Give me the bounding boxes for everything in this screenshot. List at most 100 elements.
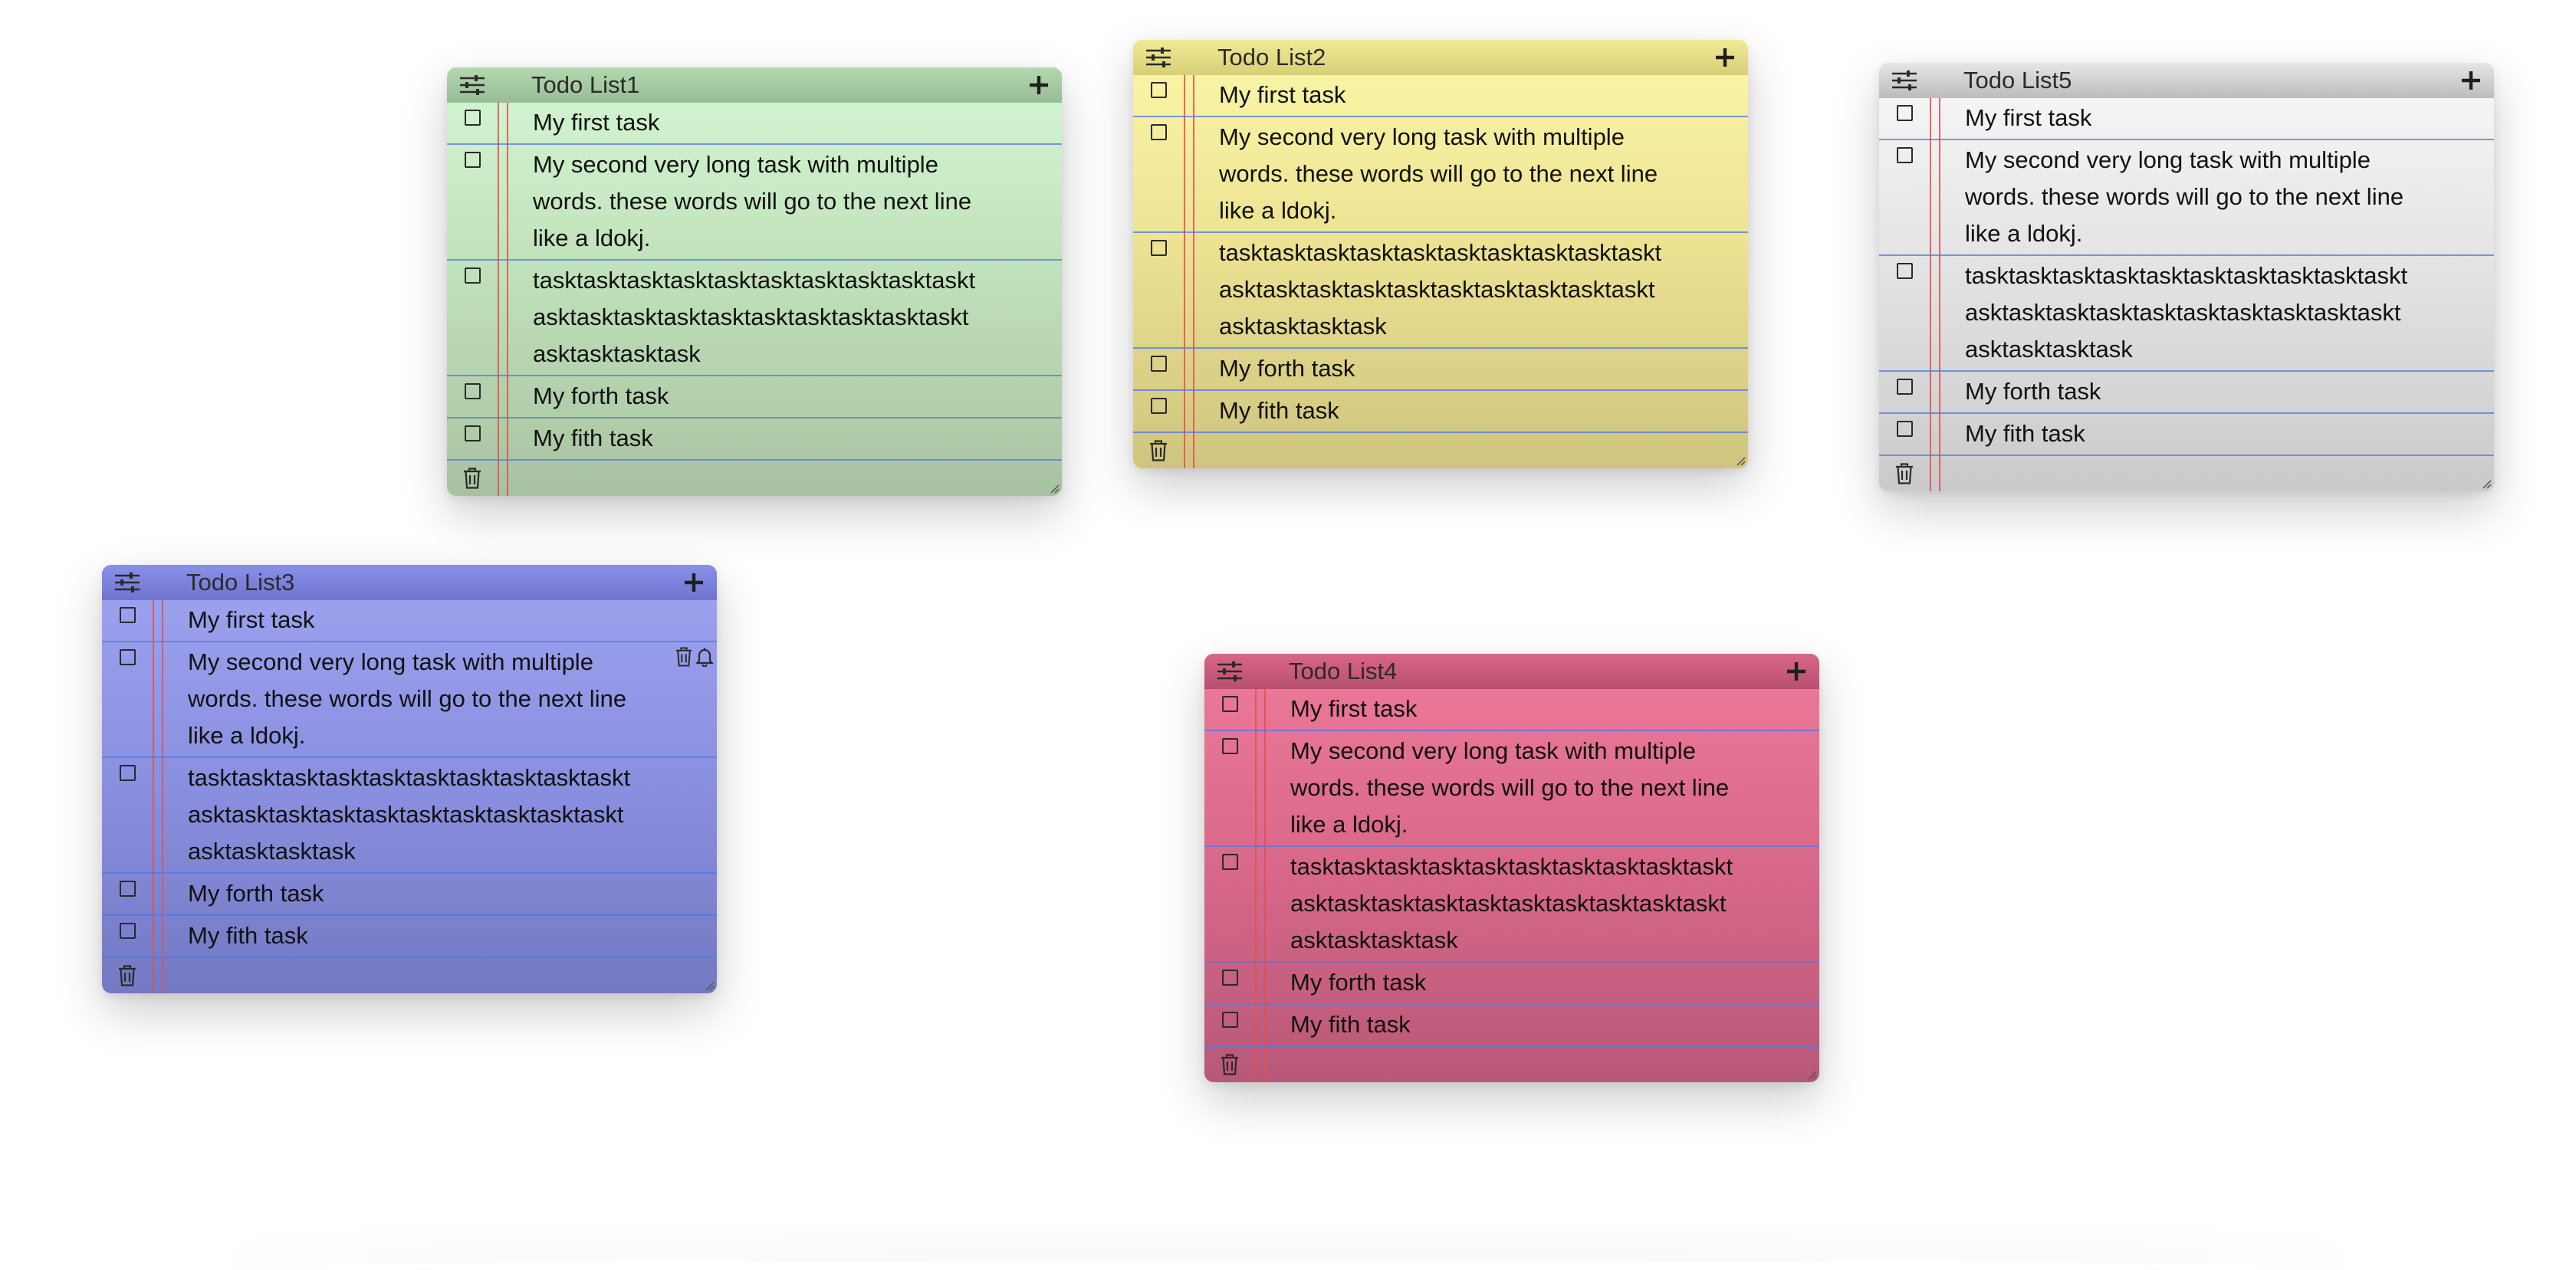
list-title: Todo List2	[1217, 44, 1326, 71]
task-text[interactable]: My first task	[1204, 689, 1733, 730]
trash-icon[interactable]	[1204, 1054, 1255, 1075]
list-footer	[1879, 456, 2494, 491]
task-rows: My first task My second very long task w…	[447, 103, 1062, 496]
list-header: Todo List4	[1204, 654, 1819, 689]
task-row: My first task	[447, 103, 1062, 145]
task-text[interactable]: My fith task	[1133, 391, 1662, 432]
list-header: Todo List2	[1133, 40, 1748, 75]
task-text[interactable]: My second very long task with multiple w…	[102, 642, 631, 756]
task-rows: My first task My second very long task w…	[1133, 75, 1748, 468]
todo-board: Todo List1 My first task My second very …	[0, 0, 2576, 1270]
list-title: Todo List4	[1289, 658, 1398, 684]
sliders-icon[interactable]	[1133, 40, 1184, 75]
trash-icon[interactable]	[675, 647, 692, 667]
task-row: tasktasktasktasktasktasktasktasktasktask…	[102, 758, 717, 874]
task-row: My forth task	[102, 874, 717, 916]
task-text[interactable]: tasktasktasktasktasktasktasktasktasktask…	[1204, 847, 1733, 961]
plus-icon[interactable]	[1016, 67, 1062, 103]
task-row: tasktasktasktasktasktasktasktasktasktask…	[1133, 233, 1748, 349]
task-row: My second very long task with multiple w…	[1133, 117, 1748, 233]
task-text[interactable]: My fith task	[447, 418, 976, 459]
task-text[interactable]: My second very long task with multiple w…	[447, 145, 976, 259]
task-row: My fith task	[1879, 414, 2494, 456]
plus-icon[interactable]	[1702, 40, 1748, 75]
list-footer	[102, 958, 717, 993]
task-row: My forth task	[1204, 963, 1819, 1005]
task-row: My second very long task with multiple w…	[447, 145, 1062, 261]
resize-grip-icon[interactable]	[1735, 455, 1746, 466]
task-text[interactable]: My fith task	[102, 916, 631, 957]
trash-icon[interactable]	[447, 468, 498, 489]
list-title: Todo List1	[531, 71, 640, 98]
task-row: My second very long task with multiple w…	[1204, 731, 1819, 847]
task-rows: My first task My second very long task w…	[1879, 98, 2494, 491]
task-row: tasktasktasktasktasktasktasktasktasktask…	[1204, 847, 1819, 963]
page-bottom-shadow	[215, 1261, 2361, 1270]
bell-icon[interactable]	[695, 647, 714, 667]
task-row: My fith task	[1204, 1005, 1819, 1047]
todo-list-2: Todo List2 My first task My second very …	[1133, 40, 1748, 468]
task-text[interactable]: My first task	[102, 600, 631, 641]
task-row-actions	[675, 647, 714, 667]
sliders-icon[interactable]	[102, 565, 153, 600]
todo-list-3: Todo List3 My first task My second very …	[102, 565, 717, 993]
list-footer	[1133, 433, 1748, 468]
task-row: My forth task	[1133, 349, 1748, 391]
list-title: Todo List5	[1963, 67, 2072, 94]
task-row: My first task	[1133, 75, 1748, 117]
task-row: My fith task	[447, 418, 1062, 461]
task-text[interactable]: tasktasktasktasktasktasktasktasktasktask…	[102, 758, 631, 872]
task-text[interactable]: My second very long task with multiple w…	[1204, 731, 1733, 845]
task-row: My fith task	[1133, 391, 1748, 433]
resize-grip-icon[interactable]	[704, 980, 715, 991]
task-row: My first task	[102, 600, 717, 642]
sliders-icon[interactable]	[1879, 63, 1930, 98]
todo-list-5: Todo List5 My first task My second very …	[1879, 63, 2494, 491]
trash-icon[interactable]	[102, 965, 153, 986]
task-text[interactable]: My forth task	[1204, 963, 1733, 1003]
task-row: tasktasktasktasktasktasktasktasktasktask…	[447, 261, 1062, 376]
task-text[interactable]: tasktasktasktasktasktasktasktasktasktask…	[447, 261, 976, 375]
resize-grip-icon[interactable]	[2481, 478, 2492, 489]
task-rows: My first task My second very long task w…	[102, 600, 717, 993]
task-row: My forth task	[447, 376, 1062, 418]
list-header: Todo List5	[1879, 63, 2494, 98]
list-header: Todo List3	[102, 565, 717, 600]
task-text[interactable]: My forth task	[1879, 372, 2408, 412]
task-text[interactable]: My forth task	[102, 874, 631, 914]
todo-list-1: Todo List1 My first task My second very …	[447, 67, 1062, 496]
task-row: tasktasktasktasktasktasktasktasktasktask…	[1879, 256, 2494, 372]
task-row: My first task	[1204, 689, 1819, 731]
list-header: Todo List1	[447, 67, 1062, 103]
task-text[interactable]: My first task	[1133, 75, 1662, 116]
task-row: My forth task	[1879, 372, 2494, 414]
task-row: My fith task	[102, 916, 717, 958]
task-text[interactable]: My first task	[1879, 98, 2408, 139]
task-text[interactable]: My second very long task with multiple w…	[1133, 117, 1662, 231]
task-text[interactable]: My forth task	[1133, 349, 1662, 389]
task-text[interactable]: My fith task	[1204, 1005, 1733, 1045]
task-text[interactable]: My second very long task with multiple w…	[1879, 140, 2408, 254]
plus-icon[interactable]	[2448, 63, 2494, 98]
task-row: My second very long task with multiple w…	[102, 642, 717, 758]
sliders-icon[interactable]	[1204, 654, 1255, 689]
resize-grip-icon[interactable]	[1806, 1069, 1817, 1080]
sliders-icon[interactable]	[447, 67, 498, 103]
task-rows: My first task My second very long task w…	[1204, 689, 1819, 1082]
trash-icon[interactable]	[1879, 463, 1930, 484]
task-row: My first task	[1879, 98, 2494, 140]
task-text[interactable]: My forth task	[447, 376, 976, 417]
task-text[interactable]: My fith task	[1879, 414, 2408, 455]
task-row: My second very long task with multiple w…	[1879, 140, 2494, 256]
plus-icon[interactable]	[1773, 654, 1819, 689]
task-text[interactable]: tasktasktasktasktasktasktasktasktasktask…	[1879, 256, 2408, 370]
list-title: Todo List3	[186, 569, 295, 596]
list-footer	[1204, 1047, 1819, 1082]
task-text[interactable]: tasktasktasktasktasktasktasktasktasktask…	[1133, 233, 1662, 347]
todo-list-4: Todo List4 My first task My second very …	[1204, 654, 1819, 1082]
list-footer	[447, 461, 1062, 496]
task-text[interactable]: My first task	[447, 103, 976, 143]
resize-grip-icon[interactable]	[1049, 483, 1060, 494]
plus-icon[interactable]	[671, 565, 717, 600]
trash-icon[interactable]	[1133, 440, 1184, 461]
